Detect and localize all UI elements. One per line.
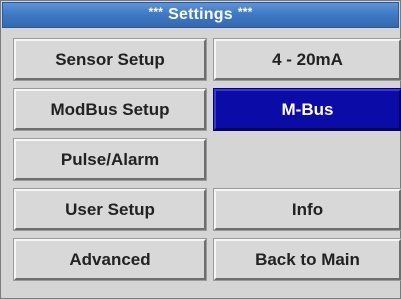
sensor-setup-button[interactable]: Sensor Setup: [13, 38, 207, 81]
title-bar: *** Settings ***: [2, 2, 399, 28]
title-stars-left: ***: [148, 5, 164, 19]
user-setup-button[interactable]: User Setup: [13, 188, 207, 231]
4-20ma-button[interactable]: 4 - 20mA: [213, 38, 401, 81]
pulse-alarm-button[interactable]: Pulse/Alarm: [13, 138, 207, 181]
title-stars-right: ***: [237, 5, 253, 19]
advanced-button[interactable]: Advanced: [13, 238, 207, 281]
m-bus-button[interactable]: M-Bus: [213, 88, 401, 131]
info-button[interactable]: Info: [213, 188, 401, 231]
modbus-setup-button[interactable]: ModBus Setup: [13, 88, 207, 131]
page-title: Settings: [168, 6, 233, 23]
settings-screen: *** Settings *** Sensor Setup 4 - 20mA M…: [0, 0, 401, 299]
back-to-main-button[interactable]: Back to Main: [213, 238, 401, 281]
